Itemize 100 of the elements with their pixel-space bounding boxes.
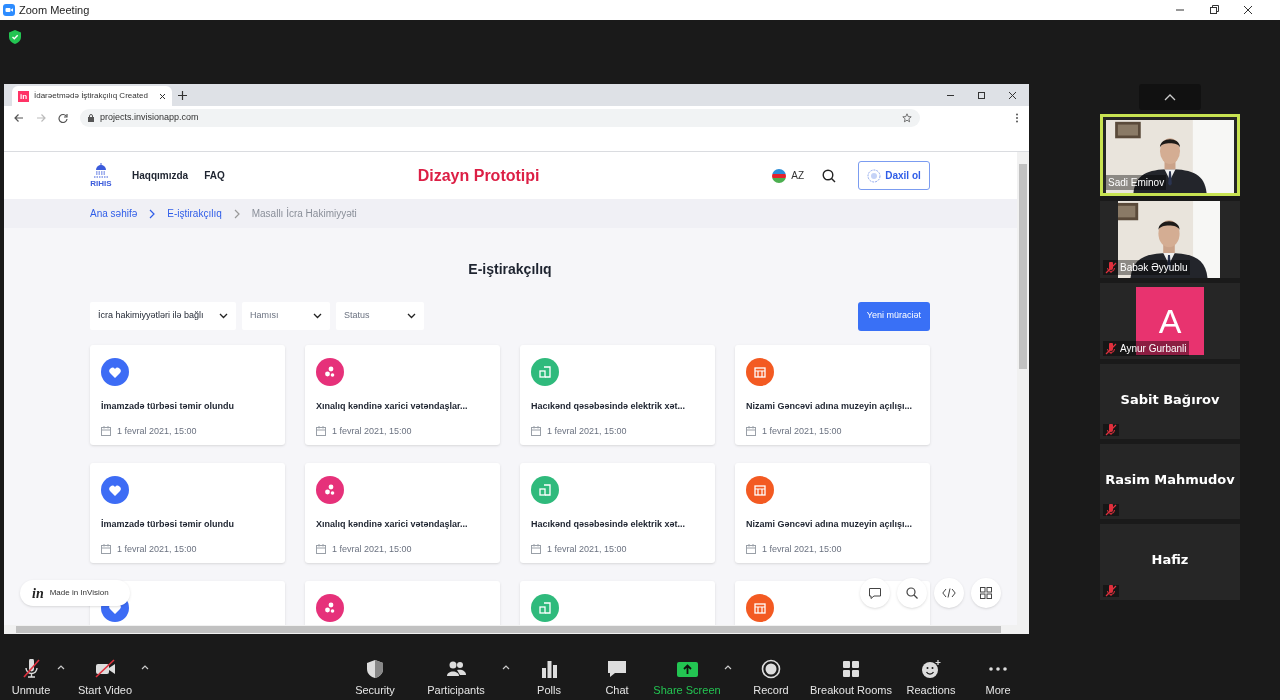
event-card[interactable]: Xınalıq kəndinə xarici vətəndaşlar... 1 fevral 2021, 15:00	[305, 463, 500, 563]
caret-up-icon[interactable]	[724, 664, 732, 670]
site-title: Dizayn Prototipi	[417, 165, 540, 186]
emblem-icon	[867, 168, 882, 183]
new-request-button[interactable]: Yeni müraciət	[857, 301, 930, 331]
flag-icon[interactable]	[772, 168, 787, 183]
chevron-right-icon	[233, 208, 240, 219]
grid-icon	[980, 587, 992, 599]
toolbar-button[interactable]: Unmute	[11, 658, 51, 698]
card-title: Nizami Gəncəvi adına muzeyin açılışı...	[746, 400, 914, 413]
toolbar-button[interactable]: Breakout Rooms	[810, 658, 892, 698]
zoom-logo-icon	[3, 4, 15, 16]
close-icon[interactable]	[1008, 91, 1017, 100]
event-card[interactable]: Nizami Gəncəvi adına muzeyin açılışı... 1 fevral 2021, 15:00	[735, 345, 930, 445]
event-card[interactable]: İmamzadə türbəsi təmir olundu 1 fevral 2021, 15:00	[90, 463, 285, 563]
participant-name: Hafiz	[1150, 551, 1190, 569]
restore-icon[interactable]	[1209, 5, 1219, 15]
participant-name: Sabit Bağırov	[1119, 391, 1221, 409]
toolbar-button[interactable]: More	[985, 658, 1011, 698]
badge-label: Made in InVision	[49, 587, 109, 599]
login-button[interactable]: Daxil ol	[858, 161, 930, 190]
event-card[interactable]: Hacıkənd qəsəbəsində elektrik xət... 1 fevral 2021, 15:00	[520, 463, 715, 563]
card-title: İmamzadə türbəsi təmir olundu	[101, 400, 236, 413]
filter-dropdown[interactable]: Hamısı	[242, 302, 330, 330]
event-card[interactable]: İmamzadə türbəsi təmir olundu 1 fevral 2021, 15:00	[90, 345, 285, 445]
menu-icon[interactable]	[1015, 113, 1019, 123]
scrollbar-thumb[interactable]	[16, 626, 1001, 633]
grid-button[interactable]	[971, 578, 1001, 608]
participant-name: Rasim Mahmudov	[1104, 471, 1236, 489]
reload-icon[interactable]	[58, 113, 68, 123]
card-date: 1 fevral 2021, 15:00	[332, 424, 412, 438]
card-date: 1 fevral 2021, 15:00	[117, 424, 197, 438]
browser-tab[interactable]: in İdarəetmədə İştirakçılıq Created	[12, 86, 172, 106]
caret-up-icon[interactable]	[502, 664, 510, 670]
comment-icon	[869, 587, 881, 599]
card-date: 1 fevral 2021, 15:00	[332, 542, 412, 556]
language-selector[interactable]: AZ	[791, 168, 804, 183]
breadcrumb-link[interactable]: E-iştirakçılıq	[167, 206, 222, 221]
event-card[interactable]: Xınalıq kəndinə xarici vətəndaşlar... 1 fevral 2021, 15:00	[305, 345, 500, 445]
toolbar-button[interactable]: Record	[753, 658, 789, 698]
horizontal-scrollbar[interactable]	[4, 625, 1029, 634]
shield-icon[interactable]	[9, 30, 21, 44]
toolbar-button[interactable]: Share Screen	[653, 658, 721, 698]
address-bar[interactable]: projects.invisionapp.com	[80, 109, 920, 127]
search-button[interactable]	[897, 578, 927, 608]
back-icon[interactable]	[14, 113, 24, 123]
code-button[interactable]	[934, 578, 964, 608]
toolbar-button[interactable]: Reactions	[906, 658, 956, 698]
card-date: 1 fevral 2021, 15:00	[547, 424, 627, 438]
calendar-icon	[531, 426, 541, 437]
toolbar-button[interactable]: Chat	[605, 658, 629, 698]
toolbar-button[interactable]: Start Video	[77, 658, 133, 698]
comment-button[interactable]	[860, 578, 890, 608]
card-title: İmamzadə türbəsi təmir olundu	[101, 518, 236, 531]
window-title: Zoom Meeting	[19, 2, 90, 18]
url-text: projects.invisionapp.com	[100, 111, 199, 125]
made-in-invision-toast[interactable]: in Made in InVision	[20, 580, 130, 606]
building-logo-icon	[93, 163, 109, 179]
star-icon[interactable]	[902, 113, 912, 123]
calendar-icon	[101, 426, 111, 437]
caret-up-icon[interactable]	[57, 664, 65, 670]
card-title: Nizami Gəncəvi adına muzeyin açılışı...	[746, 518, 914, 531]
event-card[interactable]: Nizami Gəncəvi adına muzeyin açılışı... 1 fevral 2021, 15:00	[735, 463, 930, 563]
close-icon[interactable]	[159, 92, 166, 100]
smiley-icon	[920, 658, 942, 679]
search-icon[interactable]	[822, 168, 836, 183]
toolbar-button[interactable]: Security	[355, 658, 395, 698]
video-off-icon	[94, 658, 116, 679]
vertical-scrollbar[interactable]	[1017, 152, 1029, 625]
chevron-up-icon	[1164, 93, 1176, 101]
logo[interactable]: RIHIS	[90, 163, 112, 188]
participant-name: Aynur Gurbanli	[1120, 342, 1187, 356]
record-icon	[760, 658, 782, 679]
card-date: 1 fevral 2021, 15:00	[117, 542, 197, 556]
breadcrumb-link[interactable]: Ana səhifə	[90, 206, 138, 221]
invision-logo: in	[32, 584, 44, 603]
muted-mic-icon	[20, 658, 42, 679]
filter-dropdown[interactable]: Status	[336, 302, 424, 330]
new-tab-icon[interactable]	[178, 91, 187, 100]
scrollbar-thumb[interactable]	[1019, 164, 1027, 369]
calendar-icon	[746, 544, 756, 555]
toolbar-button[interactable]: Participants	[427, 658, 485, 698]
event-card[interactable]: Hacıkənd qəsəbəsində elektrik xət... 1 fevral 2021, 15:00	[520, 345, 715, 445]
caret-up-icon[interactable]	[141, 664, 149, 670]
nav-link[interactable]: FAQ	[204, 168, 225, 183]
nav-link[interactable]: Haqqımızda	[132, 168, 189, 183]
chevron-right-icon	[149, 208, 156, 219]
calendar-icon	[531, 544, 541, 555]
grid-icon	[840, 658, 862, 679]
calendar-icon	[316, 426, 326, 437]
toolbar-button[interactable]: Polls	[537, 658, 561, 698]
participant-name: Sadi Eminov	[1108, 176, 1165, 190]
calendar-icon	[746, 426, 756, 437]
logo-text: RIHIS	[90, 179, 112, 188]
restore-icon[interactable]	[977, 91, 986, 100]
close-icon[interactable]	[1243, 5, 1253, 15]
shield-icon	[364, 658, 386, 679]
calendar-icon	[101, 544, 111, 555]
filter-dropdown[interactable]: İcra hakimiyyətləri ilə bağlı	[90, 302, 236, 330]
tab-title: İdarəetmədə İştirakçılıq Created	[34, 90, 148, 102]
